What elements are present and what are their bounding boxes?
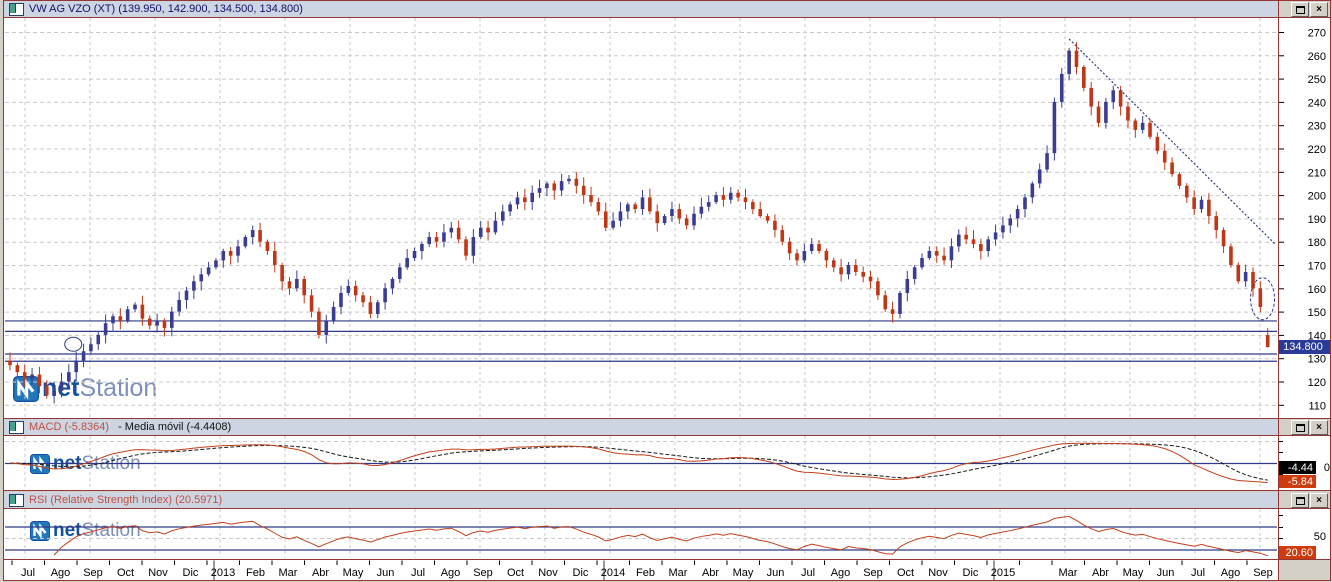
main-restore-button[interactable] — [1291, 2, 1309, 17]
maximize-icon — [1295, 423, 1305, 432]
macd-close-button[interactable]: × — [1310, 420, 1328, 435]
macd-value-box: -5.84 — [1279, 475, 1316, 488]
macd-signal-title: - Media móvil (-4.4408) — [118, 421, 232, 433]
macd-panel-header[interactable]: MACD (-5.8364) - Media móvil (-4.4408) — [4, 419, 1278, 435]
chart-panel-icon — [9, 493, 24, 507]
netstation-window: netStation netStation netStation 110 120 1… — [0, 0, 1332, 582]
macd-plot-area[interactable] — [4, 436, 1278, 490]
maximize-icon — [1295, 5, 1305, 14]
main-close-button[interactable]: × — [1310, 2, 1328, 17]
chart-panel-icon — [9, 2, 24, 16]
macd-zero-label: 0 — [1323, 462, 1330, 474]
rsi-close-button[interactable]: × — [1310, 493, 1328, 508]
rsi-panel-header[interactable]: RSI (Relative Strength Index) (20.5971) — [4, 492, 1278, 508]
rsi-plot-area[interactable] — [4, 509, 1278, 559]
chart-panel-icon — [9, 420, 24, 434]
date-axis[interactable] — [4, 560, 1278, 580]
main-chart-plot-area[interactable] — [4, 18, 1278, 418]
maximize-icon — [1295, 496, 1305, 505]
macd-signal-value-box: -4.44 — [1279, 461, 1316, 474]
main-price-axis[interactable] — [1279, 18, 1330, 418]
main-chart-header[interactable]: VW AG VZO (XT) (139.950, 142.900, 134.50… — [4, 1, 1278, 17]
macd-title: MACD (-5.8364) — [29, 421, 110, 433]
main-chart-title: VW AG VZO (XT) (139.950, 142.900, 134.50… — [29, 3, 303, 15]
rsi-title: RSI (Relative Strength Index) (20.5971) — [29, 494, 223, 506]
rsi-mid-label: 50 — [1313, 531, 1326, 543]
rsi-value-box: 20.60 — [1279, 546, 1316, 559]
rsi-restore-button[interactable] — [1291, 493, 1309, 508]
macd-restore-button[interactable] — [1291, 420, 1309, 435]
